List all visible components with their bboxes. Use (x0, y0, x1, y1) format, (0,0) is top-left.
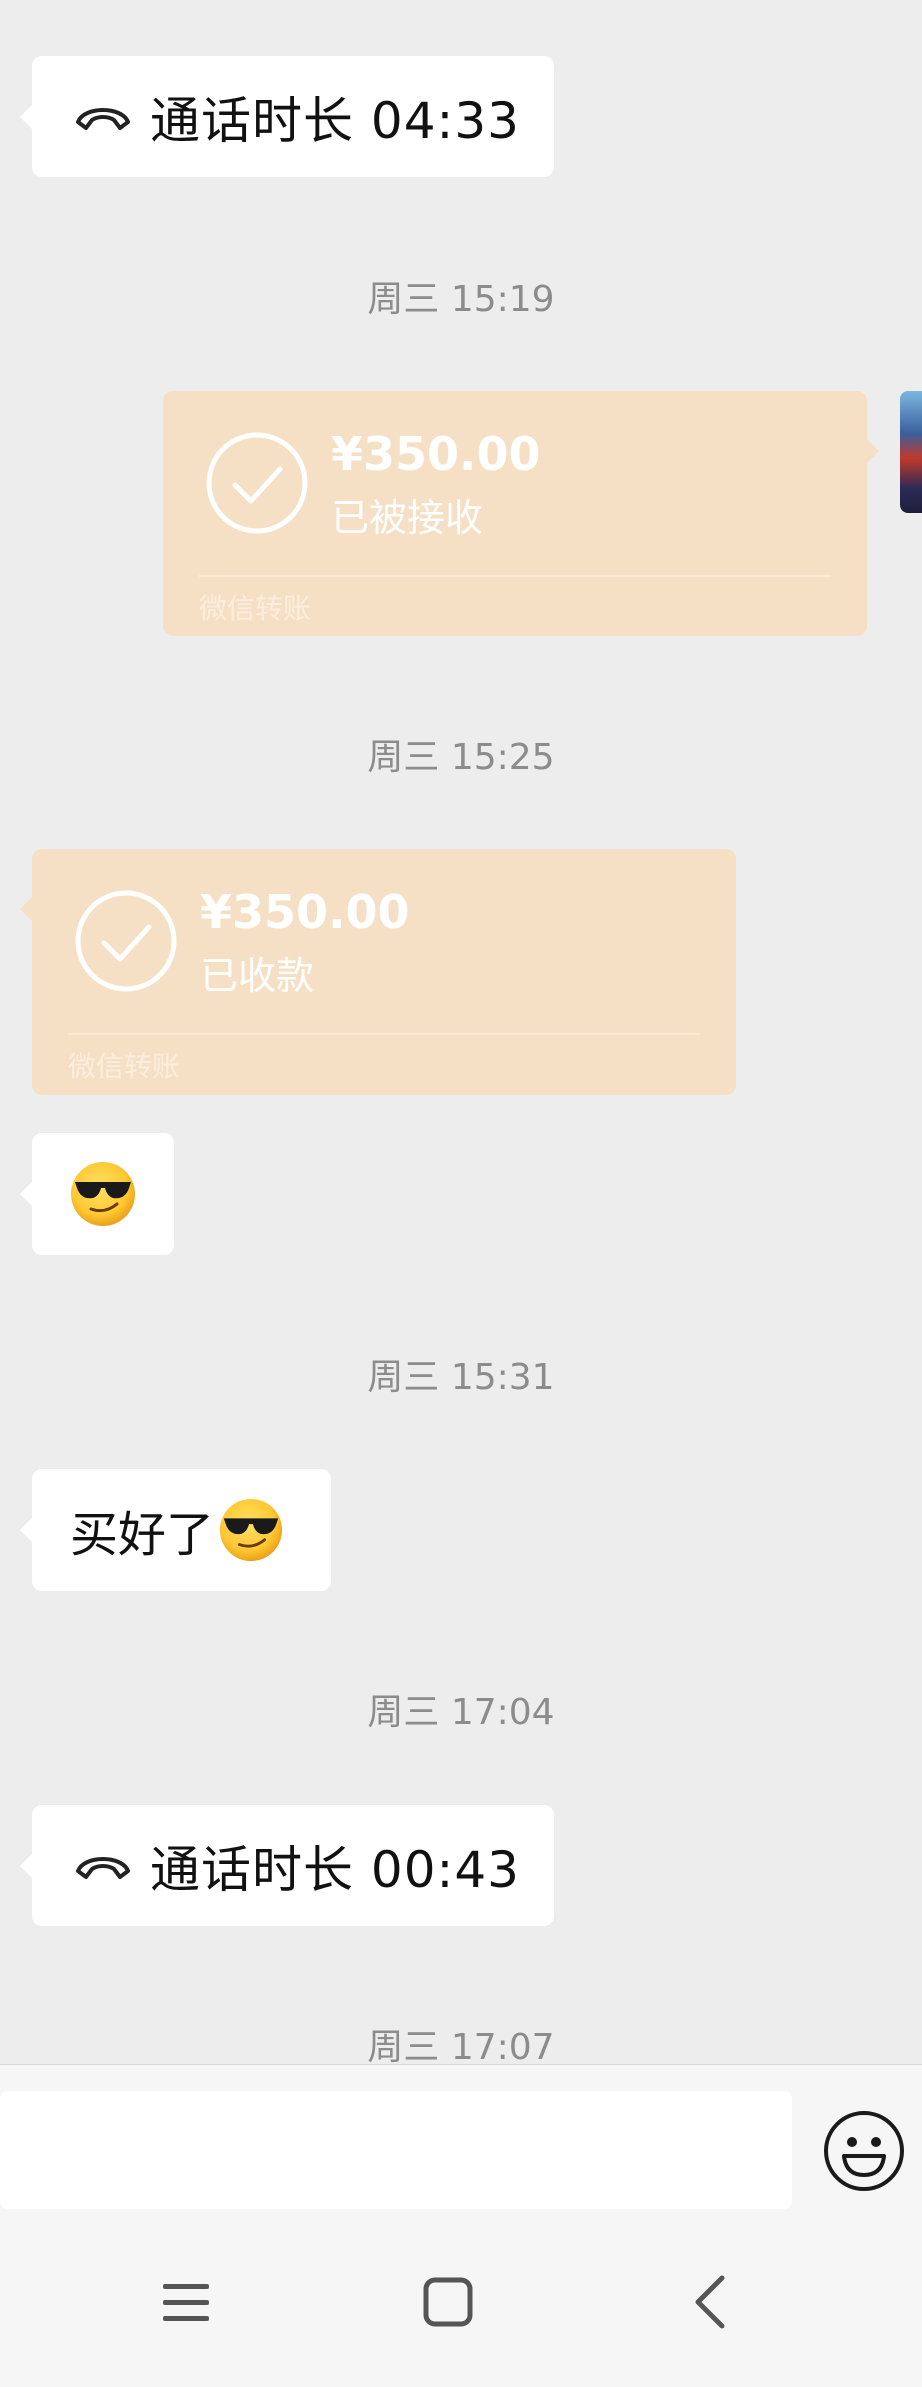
transfer-amount: ¥350.00 (200, 885, 410, 939)
divider (68, 1033, 700, 1035)
timestamp: 周三 17:04 (367, 1692, 555, 1733)
message-text: 买好了 (70, 1507, 215, 1563)
transfer-amount: ¥350.00 (331, 427, 541, 481)
transfer-status: 已被接收 (331, 496, 484, 540)
home-square-icon[interactable] (408, 2262, 488, 2342)
call-duration-text: 通话时长 00:43 (150, 1840, 520, 1899)
phone-hangup-icon (76, 107, 130, 130)
avatar[interactable] (900, 391, 922, 513)
timestamp: 周三 17:07 (367, 2027, 555, 2068)
sunglasses-emoji-icon (219, 1498, 283, 1562)
transfer-label: 微信转账 (68, 1050, 181, 1083)
divider (199, 575, 831, 577)
text-message-bubble[interactable]: 买好了 (20, 1469, 331, 1591)
timestamp: 周三 15:31 (367, 1357, 555, 1398)
check-circle-icon (206, 432, 308, 534)
transfer-card-received[interactable]: ¥350.00 已收款 微信转账 (20, 849, 736, 1095)
emoji-message-bubble[interactable] (20, 1133, 174, 1255)
call-record-bubble[interactable]: 通话时长 00:43 (20, 1805, 554, 1926)
menu-icon[interactable] (145, 2262, 225, 2342)
smiley-face-icon[interactable] (822, 2109, 906, 2193)
phone-hangup-icon (76, 1856, 130, 1879)
call-record-bubble[interactable]: 通话时长 04:33 (20, 56, 554, 177)
transfer-status: 已收款 (200, 954, 315, 998)
check-circle-icon (75, 890, 177, 992)
sunglasses-emoji-icon (71, 1162, 135, 1226)
back-chevron-icon[interactable] (672, 2262, 752, 2342)
call-duration-text: 通话时长 04:33 (150, 91, 520, 150)
transfer-card-sent[interactable]: ¥350.00 已被接收 微信转账 (163, 391, 879, 636)
transfer-label: 微信转账 (199, 592, 312, 625)
message-input[interactable] (0, 2091, 792, 2209)
timestamp: 周三 15:25 (367, 737, 555, 778)
message-input-bar (0, 2064, 922, 2213)
system-navigation-bar (0, 2212, 922, 2387)
timestamp: 周三 15:19 (367, 279, 555, 320)
